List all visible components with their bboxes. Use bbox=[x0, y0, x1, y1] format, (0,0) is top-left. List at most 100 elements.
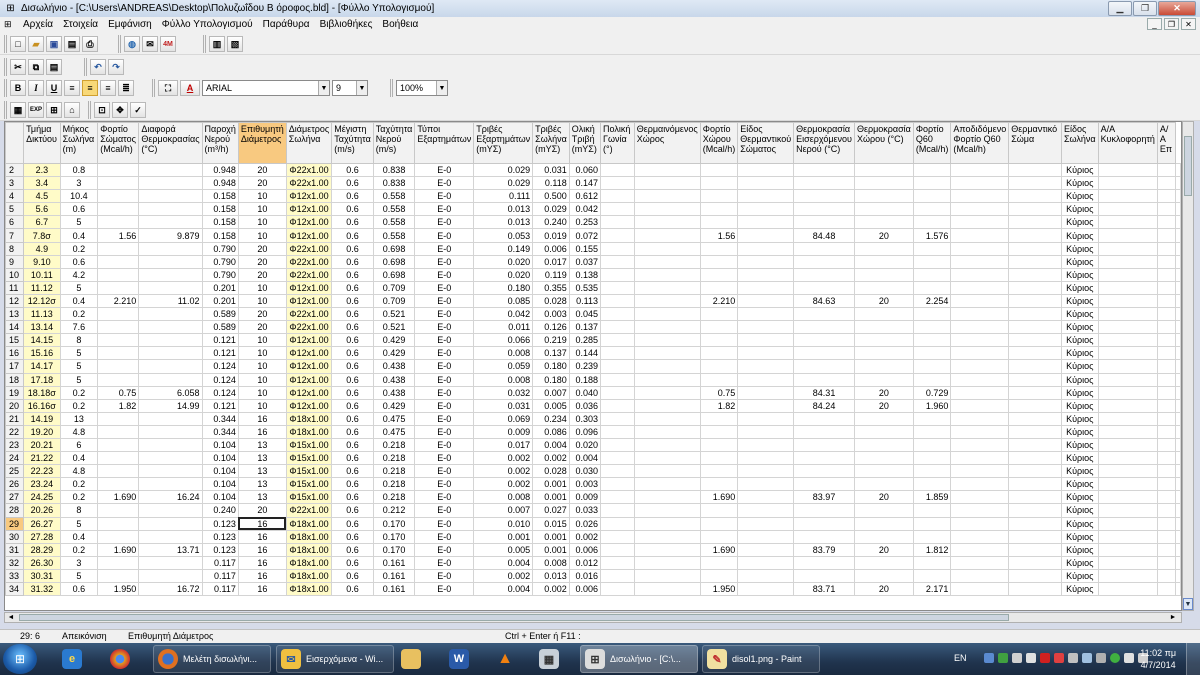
table-cell[interactable]: Φ12x1.00 bbox=[285, 228, 333, 243]
table-cell[interactable] bbox=[793, 568, 855, 584]
table-cell[interactable] bbox=[599, 333, 635, 348]
table-cell[interactable] bbox=[853, 359, 914, 374]
table-cell[interactable]: 22.23 bbox=[23, 464, 61, 479]
table-cell[interactable]: 0.438 bbox=[372, 359, 416, 374]
table-cell[interactable] bbox=[1156, 385, 1177, 400]
table-cell[interactable] bbox=[97, 451, 140, 466]
table-cell[interactable] bbox=[950, 293, 1010, 309]
table-cell[interactable] bbox=[633, 581, 701, 597]
table-cell[interactable] bbox=[599, 451, 635, 466]
table-cell[interactable] bbox=[793, 516, 855, 531]
table-cell[interactable] bbox=[599, 215, 635, 230]
table-cell[interactable] bbox=[633, 346, 701, 361]
row-header[interactable]: 11 bbox=[5, 280, 25, 295]
row-header[interactable]: 13 bbox=[5, 307, 25, 322]
table-cell[interactable]: Κύριος bbox=[1060, 189, 1099, 204]
table-cell[interactable]: 0.005 bbox=[532, 398, 570, 413]
table-cell[interactable] bbox=[950, 202, 1010, 217]
table-cell[interactable]: 0.6 bbox=[59, 254, 99, 269]
table-cell[interactable] bbox=[1097, 293, 1158, 309]
column-header[interactable]: Τριβές Εξαρτημάτων (mΥΣ) bbox=[473, 122, 534, 164]
row-header[interactable]: 28 bbox=[5, 503, 25, 518]
table-cell[interactable] bbox=[737, 477, 795, 492]
table-cell[interactable] bbox=[793, 555, 855, 570]
table-cell[interactable]: E-0 bbox=[414, 202, 475, 217]
table-cell[interactable]: 0.218 bbox=[372, 451, 416, 466]
table-cell[interactable]: 0.004 bbox=[532, 437, 570, 453]
table-cell[interactable] bbox=[1097, 568, 1158, 584]
table-cell[interactable] bbox=[633, 464, 701, 479]
table-cell[interactable]: 0.212 bbox=[372, 503, 416, 518]
table-cell[interactable] bbox=[1008, 542, 1062, 557]
table-cell[interactable] bbox=[1008, 307, 1062, 322]
table-cell[interactable]: 0.031 bbox=[473, 398, 534, 413]
table-cell[interactable]: 0.104 bbox=[201, 490, 239, 505]
table-cell[interactable]: 0.535 bbox=[568, 280, 601, 295]
table-cell[interactable] bbox=[599, 398, 635, 413]
table-cell[interactable]: 0.6 bbox=[331, 451, 374, 466]
table-cell[interactable] bbox=[1008, 464, 1062, 479]
table-cell[interactable] bbox=[737, 228, 795, 243]
table-cell[interactable]: 0.008 bbox=[473, 372, 534, 387]
table-cell[interactable] bbox=[1097, 529, 1158, 544]
table-cell[interactable] bbox=[950, 372, 1010, 387]
row-header[interactable]: 15 bbox=[5, 333, 25, 348]
save-icon[interactable]: ▣ bbox=[46, 36, 62, 52]
table-cell[interactable] bbox=[912, 267, 952, 282]
mdi-minimize-icon[interactable]: _ bbox=[1147, 18, 1162, 30]
table-cell[interactable]: 0.4 bbox=[59, 451, 99, 466]
table-cell[interactable]: 0.158 bbox=[201, 189, 239, 204]
table-cell[interactable] bbox=[97, 464, 140, 479]
table-cell[interactable]: 0.2 bbox=[59, 241, 99, 256]
table-cell[interactable]: Φ12x1.00 bbox=[285, 398, 333, 413]
table-cell[interactable] bbox=[599, 542, 635, 557]
table-cell[interactable] bbox=[138, 451, 203, 466]
table-cell[interactable]: 1.950 bbox=[97, 581, 140, 597]
table-cell[interactable]: Κύριος bbox=[1060, 241, 1099, 256]
table-cell[interactable]: Κύριος bbox=[1060, 490, 1099, 505]
table-cell[interactable]: 0.6 bbox=[331, 293, 374, 309]
table-cell[interactable]: 84.31 bbox=[793, 385, 855, 400]
table-cell[interactable]: 8 bbox=[59, 333, 99, 348]
table-cell[interactable]: 0.013 bbox=[473, 215, 534, 230]
table-cell[interactable] bbox=[793, 320, 855, 335]
table-cell[interactable]: 0.123 bbox=[201, 542, 239, 557]
table-cell[interactable]: 10.4 bbox=[59, 189, 99, 204]
table-cell[interactable] bbox=[138, 529, 203, 544]
table-cell[interactable] bbox=[599, 189, 635, 204]
table-cell[interactable] bbox=[793, 346, 855, 361]
table-cell[interactable] bbox=[1156, 581, 1177, 597]
table-cell[interactable]: 1.82 bbox=[699, 398, 739, 413]
table-cell[interactable]: 0.558 bbox=[372, 215, 416, 230]
table-cell[interactable]: 0.6 bbox=[331, 477, 374, 492]
table-cell[interactable] bbox=[138, 464, 203, 479]
table-cell[interactable] bbox=[853, 568, 914, 584]
table-cell[interactable] bbox=[853, 437, 914, 453]
table-cell[interactable] bbox=[912, 529, 952, 544]
table-cell[interactable] bbox=[699, 503, 739, 518]
table-cell[interactable] bbox=[1008, 346, 1062, 361]
table-cell[interactable] bbox=[912, 162, 952, 178]
table-cell[interactable]: Φ12x1.00 bbox=[285, 215, 333, 230]
table-cell[interactable]: 0.036 bbox=[568, 398, 601, 413]
table-cell[interactable]: 0.355 bbox=[532, 280, 570, 295]
column-header[interactable]: Α/Α Κυκλοφορητή bbox=[1097, 122, 1158, 164]
table-cell[interactable] bbox=[1156, 202, 1177, 217]
table-cell[interactable] bbox=[853, 464, 914, 479]
table-cell[interactable] bbox=[1008, 254, 1062, 269]
table-cell[interactable]: E-0 bbox=[414, 176, 475, 191]
table-cell[interactable] bbox=[737, 320, 795, 335]
table-cell[interactable] bbox=[1156, 280, 1177, 295]
table-cell[interactable]: 0.009 bbox=[568, 490, 601, 505]
table-cell[interactable]: 0.239 bbox=[568, 359, 601, 374]
table-cell[interactable] bbox=[1008, 398, 1062, 413]
table-cell[interactable]: 1.960 bbox=[912, 398, 952, 413]
table-cell[interactable]: 20 bbox=[237, 176, 287, 191]
table-cell[interactable] bbox=[138, 359, 203, 374]
table-cell[interactable] bbox=[138, 215, 203, 230]
table-cell[interactable] bbox=[633, 254, 701, 269]
table-cell[interactable] bbox=[1156, 346, 1177, 361]
menu-items[interactable]: Στοιχεία bbox=[58, 19, 103, 30]
table-cell[interactable]: 0.6 bbox=[331, 307, 374, 322]
table-cell[interactable]: E-0 bbox=[414, 346, 475, 361]
